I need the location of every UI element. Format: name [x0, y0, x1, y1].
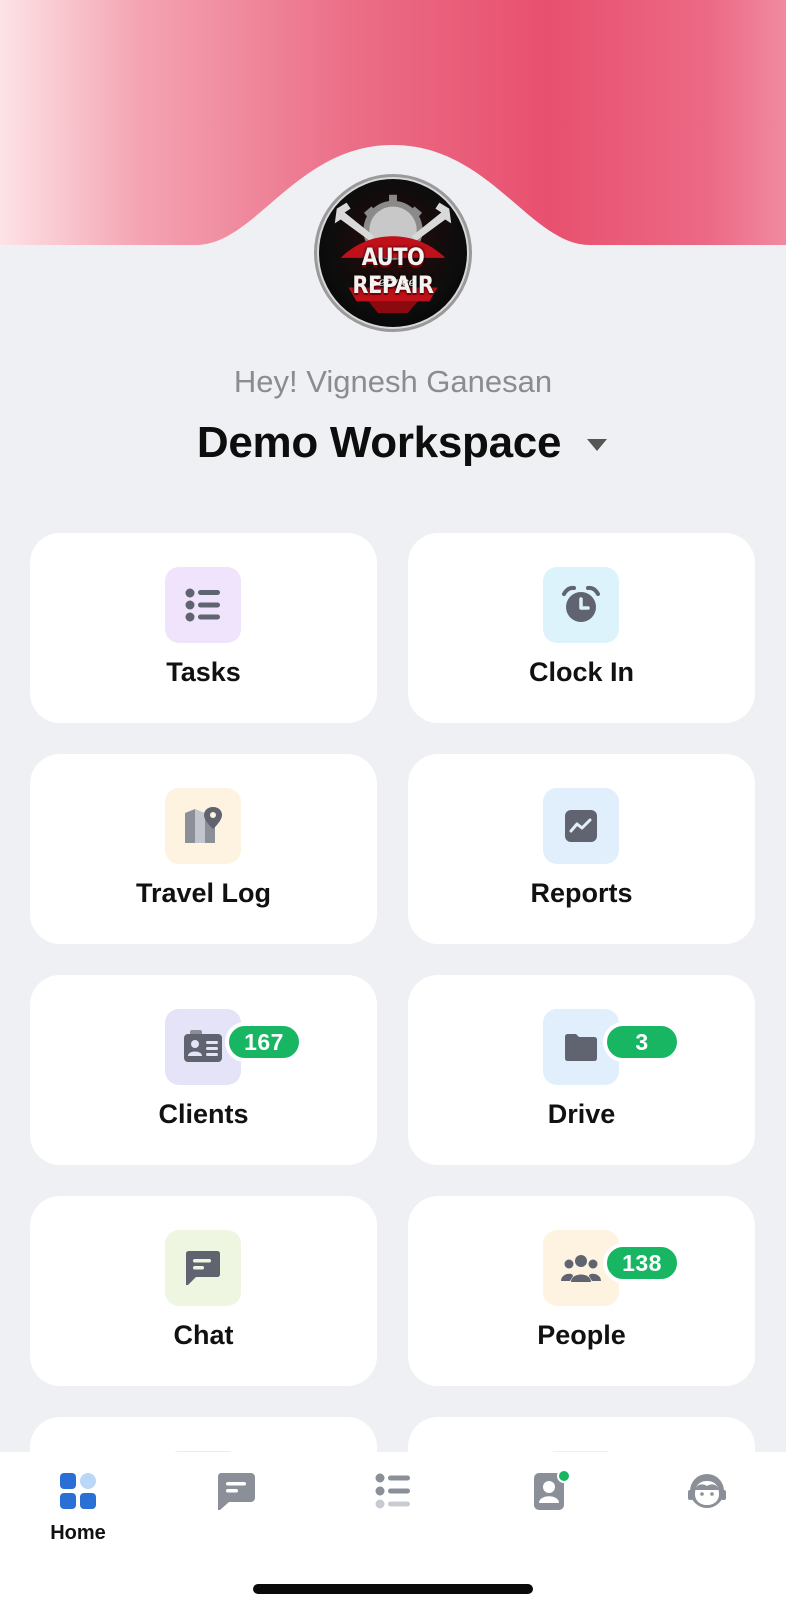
- chat-bubble-icon: [165, 1230, 241, 1306]
- home-indicator: [253, 1584, 533, 1594]
- bottom-nav: Home: [0, 1452, 786, 1600]
- workspace-title: Demo Workspace: [196, 418, 562, 467]
- card-travel-log[interactable]: Travel Log: [30, 754, 377, 944]
- card-label: Reports: [530, 878, 633, 908]
- nav-support[interactable]: [647, 1470, 767, 1550]
- list-icon: [375, 1473, 410, 1509]
- drive-count-badge: 3: [603, 1022, 681, 1062]
- nav-tasks[interactable]: [333, 1470, 453, 1550]
- card-reports[interactable]: Reports: [408, 754, 755, 944]
- card-label: Drive: [547, 1099, 616, 1129]
- card-label: Clients: [158, 1099, 249, 1129]
- alarm-clock-icon: [543, 567, 619, 643]
- card-label: Tasks: [166, 657, 241, 687]
- card-label: People: [537, 1320, 626, 1350]
- trend-chart-icon: [543, 788, 619, 864]
- support-agent-icon: [688, 1474, 726, 1508]
- nav-home-label: Home: [50, 1522, 106, 1544]
- card-chat[interactable]: Chat: [30, 1196, 377, 1386]
- greeting-text: Hey! Vignesh Ganesan: [233, 364, 553, 399]
- card-people[interactable]: 138 People: [408, 1196, 755, 1386]
- card-drive[interactable]: 3 Drive: [408, 975, 755, 1165]
- nav-contacts[interactable]: [489, 1470, 609, 1550]
- people-count-badge: 138: [603, 1243, 681, 1283]
- card-tasks[interactable]: Tasks: [30, 533, 377, 723]
- card-label: Clock In: [528, 657, 635, 687]
- logo-title: AUTO REPAIR: [352, 243, 434, 299]
- card-clients[interactable]: 167 Clients: [30, 975, 377, 1165]
- auto-repair-logo: AUTO REPAIR Service: [317, 177, 469, 329]
- list-icon: [165, 567, 241, 643]
- chat-icon: [218, 1473, 255, 1510]
- workspace-logo: AUTO REPAIR Service: [314, 174, 472, 332]
- nav-home[interactable]: Home: [18, 1470, 138, 1550]
- map-pin-icon: [165, 788, 241, 864]
- card-label: Chat: [173, 1320, 234, 1350]
- card-clock-in[interactable]: Clock In: [408, 533, 755, 723]
- card-label: Travel Log: [135, 878, 272, 908]
- home-grid-icon: [60, 1473, 96, 1509]
- clients-count-badge: 167: [225, 1022, 303, 1062]
- logo-subtitle: Service: [370, 275, 416, 289]
- contacts-icon: [534, 1470, 570, 1510]
- workspace-switcher[interactable]: Demo Workspace: [0, 418, 786, 468]
- chevron-down-icon[interactable]: [587, 439, 608, 451]
- nav-chat[interactable]: [176, 1470, 296, 1550]
